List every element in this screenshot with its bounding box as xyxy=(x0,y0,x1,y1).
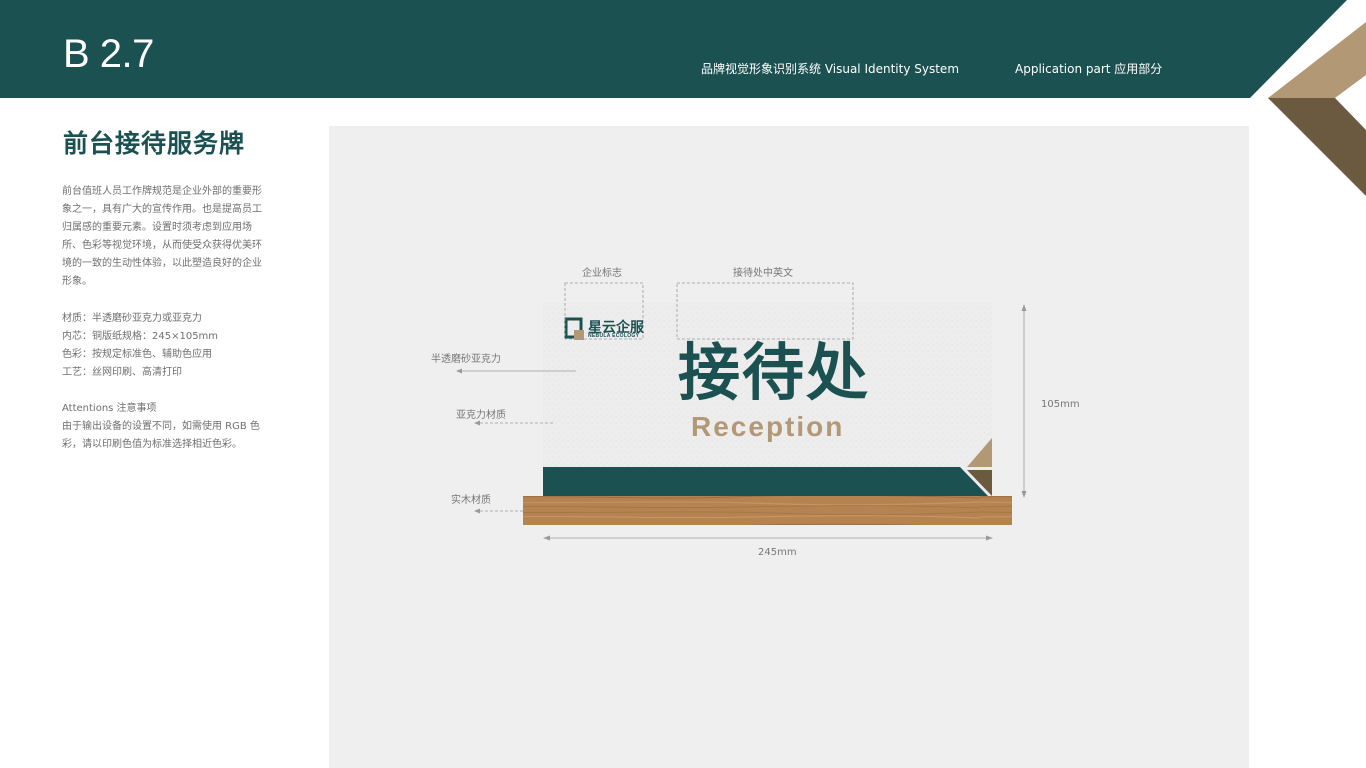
sign-sub-text: Reception xyxy=(691,411,845,442)
dimension-height: 105mm xyxy=(1041,399,1080,410)
callout-frosted-acrylic: 半透磨砂亚克力 xyxy=(431,354,501,365)
wood-base xyxy=(523,496,1012,525)
sign-main-text: 接待处 xyxy=(678,336,871,409)
callout-acrylic: 亚克力材质 xyxy=(456,410,506,421)
callout-wood: 实木材质 xyxy=(451,495,491,506)
callout-text-cn-en: 接待处中英文 xyxy=(733,268,793,279)
sign-green-band xyxy=(543,467,988,496)
logo-name-en: NEBULA ECOLOGY xyxy=(588,333,640,339)
callout-logo: 企业标志 xyxy=(582,268,622,279)
dimension-width: 245mm xyxy=(758,547,797,558)
